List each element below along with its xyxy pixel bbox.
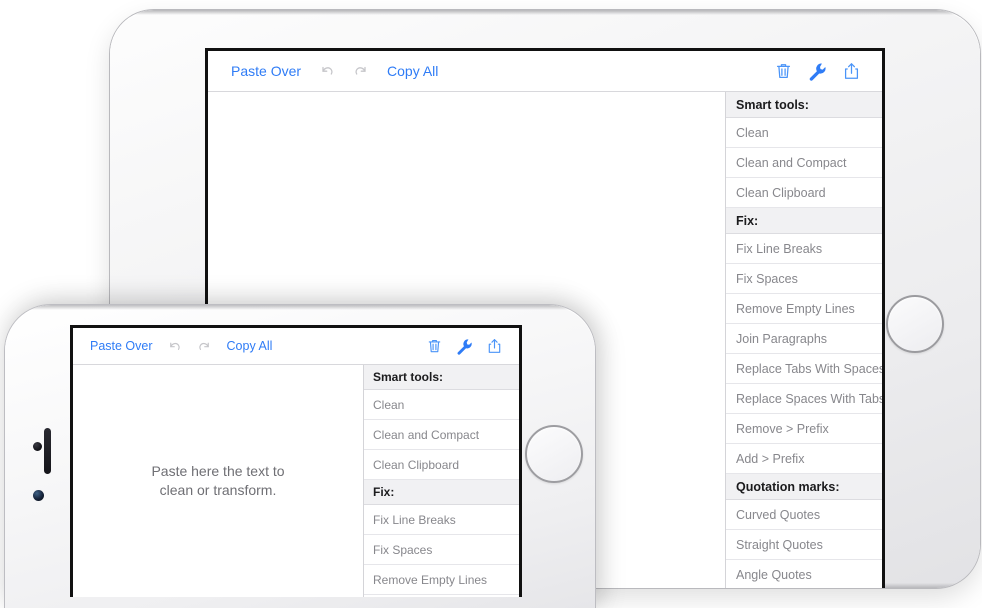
ipad-menu-section-header: Quotation marks: (726, 474, 882, 500)
iphone-toolbar-right-group (419, 331, 509, 361)
menu-item[interactable]: Angle Quotes (726, 560, 882, 588)
iphone-toolbar: Paste Over Copy All (73, 328, 519, 365)
menu-item[interactable]: Fix Spaces (364, 535, 519, 565)
undo-icon[interactable] (310, 54, 344, 88)
ipad-toolbar-right-group (766, 54, 868, 88)
menu-item[interactable]: Add > Prefix (726, 444, 882, 474)
iphone-content-row: Paste here the text to clean or transfor… (73, 365, 519, 597)
ipad-tools-menu[interactable]: Smart tools: Clean Clean and Compact Clean … (725, 92, 882, 588)
share-icon[interactable] (479, 331, 509, 361)
paste-over-button[interactable]: Paste Over (83, 339, 160, 353)
ipad-menu-section-header: Smart tools: (726, 92, 882, 118)
menu-item[interactable]: Replace Spaces With Tabs (726, 384, 882, 414)
iphone-canvas-placeholder: Paste here the text to clean or transfor… (151, 463, 285, 498)
paste-over-button[interactable]: Paste Over (222, 63, 310, 79)
copy-all-button[interactable]: Copy All (220, 339, 280, 353)
iphone-tools-menu[interactable]: Smart tools: Clean Clean and Compact Clean … (363, 365, 519, 597)
menu-item[interactable]: Clean and Compact (726, 148, 882, 178)
wrench-icon[interactable] (800, 54, 834, 88)
copy-all-button[interactable]: Copy All (378, 63, 447, 79)
menu-item[interactable]: Fix Line Breaks (364, 505, 519, 535)
trash-icon[interactable] (419, 331, 449, 361)
scene: Paste Over Copy All Smart tools: Clean C… (0, 0, 982, 608)
iphone-text-canvas[interactable]: Paste here the text to clean or transfor… (73, 365, 363, 597)
menu-item[interactable]: Clean Clipboard (364, 450, 519, 480)
redo-icon[interactable] (190, 331, 220, 361)
menu-item[interactable]: Remove > Prefix (726, 414, 882, 444)
menu-item[interactable]: Replace Tabs With Spaces (726, 354, 882, 384)
redo-icon[interactable] (344, 54, 378, 88)
iphone-home-button[interactable] (525, 425, 583, 483)
iphone-menu-section-header: Fix: (364, 480, 519, 505)
menu-item[interactable]: Clean (726, 118, 882, 148)
iphone-earpiece-speaker-icon (44, 428, 51, 474)
iphone-sensor-icon (33, 490, 44, 501)
share-icon[interactable] (834, 54, 868, 88)
menu-item[interactable]: Fix Line Breaks (726, 234, 882, 264)
menu-item[interactable]: Join Paragraphs (726, 324, 882, 354)
iphone-front-camera-icon (33, 442, 42, 451)
iphone-app-window: Paste Over Copy All Paste here the text … (73, 328, 519, 597)
ipad-menu-section-header: Fix: (726, 208, 882, 234)
iphone-toolbar-left-group: Paste Over Copy All (83, 331, 279, 361)
wrench-icon[interactable] (449, 331, 479, 361)
ipad-toolbar: Paste Over Copy All (208, 51, 882, 92)
menu-item[interactable]: Clean Clipboard (726, 178, 882, 208)
menu-item[interactable]: Curved Quotes (726, 500, 882, 530)
ipad-home-button[interactable] (886, 295, 944, 353)
menu-item[interactable]: Remove Empty Lines (726, 294, 882, 324)
menu-item[interactable]: Remove Empty Lines (364, 565, 519, 595)
menu-item[interactable]: Clean (364, 390, 519, 420)
menu-item[interactable]: Fix Spaces (726, 264, 882, 294)
trash-icon[interactable] (766, 54, 800, 88)
menu-item[interactable]: Straight Quotes (726, 530, 882, 560)
menu-item[interactable]: Clean and Compact (364, 420, 519, 450)
undo-icon[interactable] (160, 331, 190, 361)
ipad-toolbar-left-group: Paste Over Copy All (222, 54, 447, 88)
iphone-device: Paste Over Copy All Paste here the text … (5, 305, 595, 608)
iphone-screen: Paste Over Copy All Paste here the text … (70, 325, 522, 597)
iphone-menu-section-header: Smart tools: (364, 365, 519, 390)
